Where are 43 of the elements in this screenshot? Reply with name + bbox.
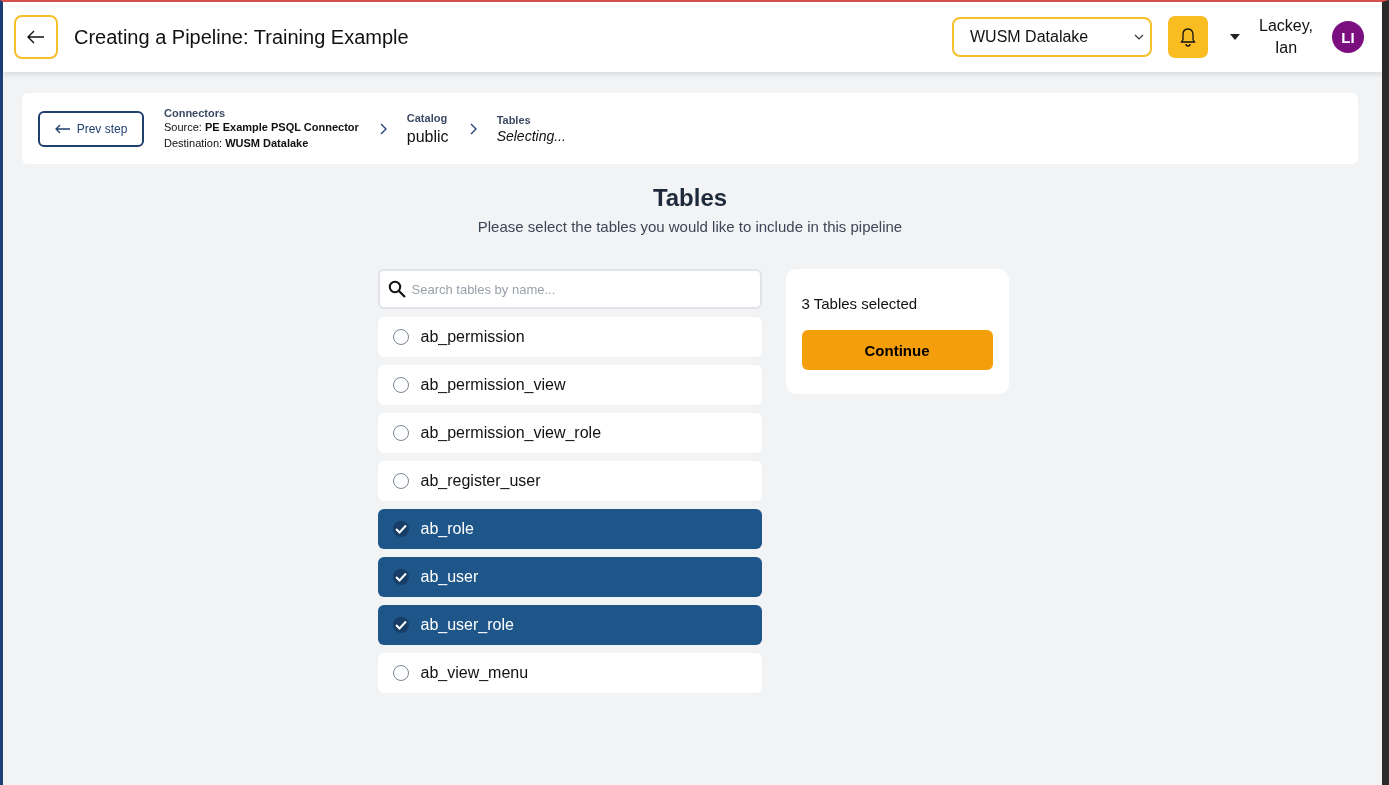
table-option[interactable]: ab_user_role	[377, 605, 762, 645]
continue-button[interactable]: Continue	[801, 330, 993, 370]
table-option[interactable]: ab_permission	[377, 317, 762, 357]
search-icon	[387, 280, 406, 298]
table-option[interactable]: ab_permission_view_role	[377, 413, 762, 453]
connector-detail: Source: PE Example PSQL Connector	[164, 119, 359, 135]
dropdown-caret-icon[interactable]	[1230, 34, 1240, 40]
table-option[interactable]: ab_role	[377, 509, 762, 549]
table-option[interactable]: ab_view_menu	[377, 653, 762, 693]
checked-icon	[392, 569, 409, 585]
bell-icon	[1180, 27, 1196, 47]
search-field[interactable]: Search tables by name...	[377, 269, 762, 309]
step-label: Connectors	[164, 106, 227, 119]
back-arrow-icon	[27, 30, 45, 44]
radio-icon	[392, 329, 409, 345]
step-label: Tables	[496, 113, 532, 126]
chevron-down-icon	[1134, 34, 1144, 40]
chevron-right-icon	[378, 122, 387, 135]
user-name: Lackey, Ian	[1258, 16, 1314, 58]
page-title: Creating a Pipeline: Training Example	[74, 25, 410, 49]
selected-count: 3 Tables selected	[801, 295, 919, 312]
radio-icon	[392, 473, 409, 489]
section-title: Tables	[652, 184, 728, 212]
datalake-select[interactable]: WUSM Datalake	[952, 17, 1152, 57]
radio-icon	[392, 665, 409, 681]
step-status: Selecting...	[496, 127, 566, 144]
user-avatar[interactable]: LI	[1332, 21, 1364, 53]
radio-icon	[392, 377, 409, 393]
chevron-right-icon	[468, 122, 477, 135]
table-option[interactable]: ab_user	[377, 557, 762, 597]
prev-step-button[interactable]: Prev step	[38, 110, 144, 147]
connector-detail: Destination: WUSM Datalake	[164, 135, 310, 151]
left-arrow-icon	[54, 123, 71, 134]
table-option[interactable]: ab_register_user	[377, 461, 762, 501]
catalog-value: public	[406, 127, 449, 146]
radio-icon	[392, 425, 409, 441]
notifications-button[interactable]	[1168, 16, 1208, 58]
table-option[interactable]: ab_permission_view	[377, 365, 762, 405]
back-button[interactable]	[14, 15, 58, 59]
step-label: Catalog	[406, 111, 449, 124]
checked-icon	[392, 521, 409, 537]
checked-icon	[392, 617, 409, 633]
section-subtitle: Please select the tables you would like to include in this pipeline	[477, 218, 903, 235]
